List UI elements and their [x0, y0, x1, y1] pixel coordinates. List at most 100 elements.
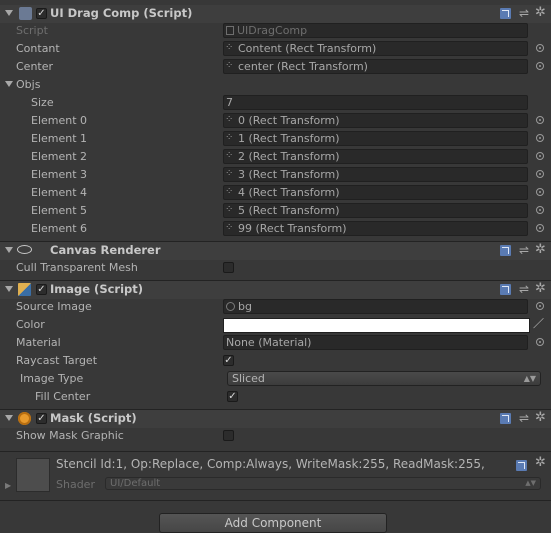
component-enabled-checkbox[interactable]: ✓ — [36, 8, 47, 19]
object-picker-icon[interactable] — [536, 206, 544, 214]
material-field[interactable]: None (Material) — [223, 335, 528, 350]
canvas-renderer-header[interactable]: Canvas Renderer ⇌ ✲ — [0, 241, 551, 260]
material-foldout-arrow-icon[interactable]: ▶ — [5, 481, 11, 490]
center-label: Center — [16, 60, 54, 73]
object-picker-icon[interactable] — [536, 116, 544, 124]
object-picker-icon[interactable] — [536, 302, 544, 310]
gear-icon[interactable]: ✲ — [535, 6, 546, 20]
element-row: Element 6 99 (Rect Transform) — [0, 220, 551, 238]
help-book-icon[interactable] — [516, 460, 527, 471]
image-type-value: Sliced — [232, 372, 265, 385]
foldout-arrow-icon[interactable] — [5, 247, 13, 253]
raycast-label: Raycast Target — [16, 354, 98, 367]
object-picker-icon[interactable] — [536, 224, 544, 232]
element-value: 1 (Rect Transform) — [238, 132, 340, 145]
color-swatch[interactable] — [223, 318, 530, 333]
center-row: Center center (Rect Transform) — [0, 58, 551, 76]
size-input[interactable]: 7 — [223, 95, 528, 110]
cull-transparent-checkbox[interactable] — [223, 262, 234, 273]
rect-transform-icon — [225, 168, 235, 180]
gear-icon[interactable]: ✲ — [535, 411, 546, 425]
image-header[interactable]: ✓ Image (Script) ⇌ ✲ — [0, 280, 551, 299]
eyedropper-icon[interactable]: ／ — [533, 318, 545, 330]
gear-icon[interactable]: ✲ — [535, 282, 546, 296]
element-field[interactable]: 5 (Rect Transform) — [223, 203, 528, 218]
help-book-icon[interactable] — [500, 245, 511, 256]
component-enabled-checkbox[interactable]: ✓ — [36, 284, 47, 295]
gear-icon[interactable]: ✲ — [535, 456, 546, 470]
foldout-arrow-icon[interactable] — [5, 286, 13, 292]
objs-row[interactable]: Objs — [0, 76, 551, 94]
element-value: 2 (Rect Transform) — [238, 150, 340, 163]
presets-icon[interactable]: ⇌ — [519, 7, 531, 19]
dropdown-arrows-icon: ▲▼ — [523, 374, 536, 383]
raycast-target-checkbox[interactable]: ✓ — [223, 355, 234, 366]
element-field[interactable]: 3 (Rect Transform) — [223, 167, 528, 182]
gear-icon[interactable]: ✲ — [535, 243, 546, 257]
center-value: center (Rect Transform) — [238, 60, 368, 73]
help-book-icon[interactable] — [500, 413, 511, 424]
element-field[interactable]: 0 (Rect Transform) — [223, 113, 528, 128]
source-image-field[interactable]: bg — [223, 299, 528, 314]
shader-label: Shader — [56, 478, 95, 491]
image-type-dropdown[interactable]: Sliced ▲▼ — [227, 371, 541, 386]
source-image-label: Source Image — [16, 300, 92, 313]
shader-dropdown[interactable]: UI/Default ▲▼ — [105, 477, 541, 490]
color-label: Color — [16, 318, 45, 331]
element-label: Element 2 — [31, 150, 88, 163]
element-field[interactable]: 4 (Rect Transform) — [223, 185, 528, 200]
presets-icon[interactable]: ⇌ — [519, 244, 531, 256]
rect-transform-icon — [225, 114, 235, 126]
eye-icon — [17, 245, 32, 254]
fill-center-label: Fill Center — [35, 390, 91, 403]
element-row: Element 3 3 (Rect Transform) — [0, 166, 551, 184]
object-picker-icon[interactable] — [536, 188, 544, 196]
objs-label: Objs — [16, 78, 41, 91]
fill-center-checkbox[interactable]: ✓ — [227, 391, 238, 402]
script-file-icon — [226, 26, 234, 35]
presets-icon[interactable]: ⇌ — [519, 412, 531, 424]
image-type-row: Image Type Sliced ▲▼ — [0, 370, 551, 388]
help-book-icon[interactable] — [500, 8, 511, 19]
divider — [0, 451, 551, 452]
object-picker-icon[interactable] — [536, 170, 544, 178]
center-field[interactable]: center (Rect Transform) — [223, 59, 528, 74]
element-field[interactable]: 2 (Rect Transform) — [223, 149, 528, 164]
element-field[interactable]: 99 (Rect Transform) — [223, 221, 528, 236]
object-picker-icon[interactable] — [536, 62, 544, 70]
material-row: Material None (Material) — [0, 334, 551, 352]
show-mask-graphic-checkbox[interactable] — [223, 430, 234, 441]
element-value: 3 (Rect Transform) — [238, 168, 340, 181]
raycast-row: Raycast Target ✓ — [0, 352, 551, 370]
fill-center-row: Fill Center ✓ — [0, 388, 551, 406]
add-component-button[interactable]: Add Component — [159, 513, 387, 533]
ui-drag-comp-header[interactable]: ✓ UI Drag Comp (Script) ⇌ ✲ — [0, 5, 551, 23]
rect-transform-icon — [225, 150, 235, 162]
script-value: UIDragComp — [237, 24, 308, 37]
component-enabled-checkbox[interactable]: ✓ — [36, 413, 47, 424]
rect-transform-icon — [225, 42, 235, 54]
show-mask-label: Show Mask Graphic — [16, 429, 124, 442]
foldout-arrow-icon[interactable] — [5, 10, 13, 16]
component-title: Canvas Renderer — [50, 243, 161, 257]
component-title: Image (Script) — [50, 282, 144, 296]
stencil-info: Stencil Id:1, Op:Replace, Comp:Always, W… — [56, 457, 485, 471]
element-row: Element 4 4 (Rect Transform) — [0, 184, 551, 202]
contant-field[interactable]: Content (Rect Transform) — [223, 41, 528, 56]
object-picker-icon[interactable] — [536, 134, 544, 142]
object-picker-icon[interactable] — [536, 44, 544, 52]
help-book-icon[interactable] — [500, 284, 511, 295]
element-field[interactable]: 1 (Rect Transform) — [223, 131, 528, 146]
mask-header[interactable]: ✓ Mask (Script) ⇌ ✲ — [0, 409, 551, 428]
material-preview-thumbnail — [16, 458, 50, 492]
presets-icon[interactable]: ⇌ — [519, 283, 531, 295]
show-mask-row: Show Mask Graphic — [0, 427, 551, 445]
rect-transform-icon — [225, 186, 235, 198]
foldout-arrow-icon[interactable] — [5, 415, 13, 421]
object-picker-icon[interactable] — [536, 338, 544, 346]
element-row: Element 1 1 (Rect Transform) — [0, 130, 551, 148]
component-title: Mask (Script) — [50, 411, 137, 425]
object-picker-icon[interactable] — [536, 152, 544, 160]
size-label: Size — [31, 96, 54, 109]
objs-foldout-arrow-icon[interactable] — [5, 81, 13, 87]
